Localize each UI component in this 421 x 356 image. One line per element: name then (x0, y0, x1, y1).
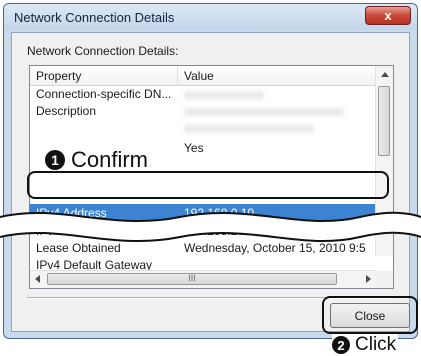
column-header-property[interactable]: Property (36, 69, 81, 83)
confirm-highlight-ring (27, 171, 389, 199)
window-close-button[interactable]: x (365, 6, 411, 25)
blurred-value (184, 108, 344, 116)
step-1-badge: 1 (45, 150, 65, 170)
scroll-left-arrow-icon[interactable] (35, 275, 40, 283)
row-value: Yes (184, 141, 204, 155)
blurred-value (184, 125, 314, 133)
dialog-caption: Network Connection Details: (27, 44, 179, 58)
click-annotation-text: Click (355, 334, 397, 355)
horizontal-scrollbar[interactable]: III (30, 270, 376, 288)
horizontal-scroll-thumb[interactable]: III (47, 273, 337, 285)
confirm-annotation: 1 Confirm (45, 147, 148, 173)
column-separator[interactable] (177, 66, 178, 85)
listview-header: Property Value (30, 66, 376, 86)
list-item[interactable]: Connection-specific DN... (30, 86, 376, 102)
cut-wave-overlay (0, 211, 421, 243)
confirm-annotation-text: Confirm (71, 147, 149, 172)
grip-icon: III (188, 273, 196, 283)
close-icon: x (384, 8, 392, 23)
click-annotation: 2 Click (332, 334, 399, 356)
scrollbar-corner (376, 271, 393, 288)
list-item[interactable]: Description (30, 103, 376, 119)
scroll-right-arrow-icon[interactable] (366, 275, 371, 283)
click-highlight-ring (322, 296, 418, 334)
vertical-scroll-thumb[interactable] (378, 86, 390, 156)
column-header-value[interactable]: Value (184, 69, 214, 83)
title-bar[interactable]: Network Connection Details x (4, 4, 417, 30)
row-property: Description (36, 104, 97, 118)
scroll-up-arrow-icon[interactable] (381, 72, 389, 77)
window-title: Network Connection Details (14, 10, 175, 25)
row-property: Connection-specific DN... (36, 87, 172, 101)
list-item[interactable] (30, 120, 376, 136)
step-2-badge: 2 (332, 336, 350, 354)
blurred-value (184, 91, 264, 99)
